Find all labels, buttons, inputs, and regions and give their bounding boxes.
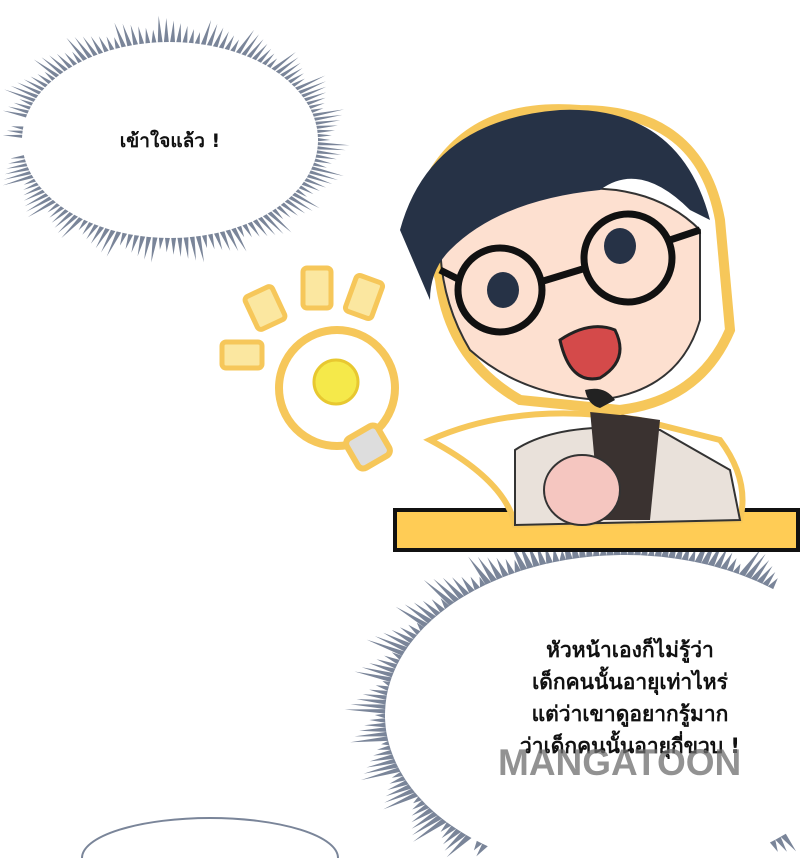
bubble-spike — [49, 206, 65, 218]
bubble-spike — [176, 23, 182, 43]
bubble-spike — [137, 236, 146, 257]
character-illustration — [400, 104, 746, 529]
bubble-spike — [194, 32, 200, 44]
bubble-spike — [375, 685, 389, 691]
bubble-spike — [188, 29, 194, 44]
bubble-spike — [171, 237, 177, 255]
bubble-spike — [315, 154, 337, 160]
bubble-spike — [6, 163, 28, 169]
bubble-spike — [317, 142, 350, 146]
bubble-spike — [359, 727, 387, 732]
bubble-spike — [308, 103, 325, 109]
bubble-spike — [369, 718, 386, 723]
bubble-spike — [317, 129, 335, 133]
bubble-spike — [183, 237, 189, 259]
speech-line: เด็กคนนั้นอายุเท่าไหร่ — [532, 670, 728, 694]
bubble-spike — [344, 709, 386, 714]
bubble-spike — [163, 18, 169, 43]
bubble-spike — [356, 699, 387, 705]
bubble-spike — [374, 713, 385, 719]
bubble-spike — [284, 68, 303, 81]
bubble-spike — [125, 234, 134, 250]
bubble-spike — [182, 25, 188, 43]
bubble-spike — [158, 237, 164, 250]
bubble-spike — [106, 36, 115, 51]
bubble-spike — [318, 138, 331, 142]
bubble-spike — [316, 125, 338, 129]
bubble-spike — [310, 108, 324, 113]
bubble-spike — [119, 232, 128, 246]
bubble-spike — [354, 731, 388, 737]
bubble-spike — [377, 745, 391, 750]
bubble-spike — [314, 158, 332, 164]
bubble-spike — [214, 232, 223, 251]
bubble-spike — [316, 150, 342, 155]
bubble-spike — [382, 681, 391, 687]
bubble-spike — [2, 134, 23, 138]
bubble-spike — [165, 237, 170, 253]
bubble-spike — [8, 159, 26, 164]
bubble-spike — [235, 29, 255, 54]
bubble-spike — [315, 120, 341, 125]
bubble-spike — [373, 749, 393, 756]
bubble-spike — [314, 114, 343, 121]
bubble-spike — [130, 24, 138, 46]
bubble-spike — [189, 236, 196, 261]
watermark-logo: MANGATOON — [498, 742, 742, 783]
bubble-spike — [56, 53, 73, 69]
partial-bubble-bottom-left — [81, 817, 339, 859]
bubble-spike — [350, 736, 389, 743]
bubble-spike — [312, 162, 327, 168]
bubble-spike — [177, 237, 183, 257]
bubble-spike — [317, 133, 332, 138]
bubble-spike — [769, 839, 778, 852]
lightbulb-icon — [219, 265, 399, 472]
bubble-spike — [131, 235, 140, 253]
speech-line: หัวหน้าเองก็ไม่รู้ว่า — [546, 638, 714, 662]
bubble-spike — [317, 146, 346, 151]
bubble-spike — [202, 234, 207, 249]
bubble-spike — [364, 722, 386, 728]
bubble-spike — [151, 29, 157, 43]
bubble-spike — [369, 689, 388, 696]
bubble-spike — [144, 236, 152, 260]
bubble-spike — [350, 704, 386, 710]
bubble-spike — [151, 237, 158, 263]
bubble-spike — [195, 235, 204, 263]
speech-text-top: เข้าใจแล้ว ! — [119, 130, 221, 152]
bubble-spike — [138, 26, 145, 45]
bubble-spike — [10, 155, 25, 159]
bubble-spike — [362, 694, 387, 700]
bubble-spike — [157, 15, 163, 43]
bubble-spike — [280, 202, 298, 216]
bubble-spike — [145, 27, 151, 44]
bubble-spike — [170, 20, 175, 43]
speech-line: แต่ว่าเขาดูอยากรู้มาก — [531, 702, 729, 726]
manga-page: เข้าใจแล้ว ! หัวหน้าเองก็ไม่รู้ว่า เด็กค… — [0, 0, 800, 859]
bubble-spike — [208, 233, 215, 250]
bubble-spike — [6, 130, 23, 134]
bubble-spike — [381, 740, 390, 746]
bubble-spike — [11, 126, 24, 130]
